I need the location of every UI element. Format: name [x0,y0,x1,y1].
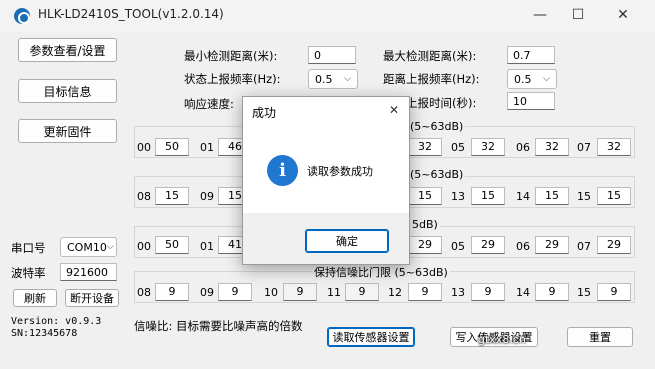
refresh-button[interactable]: 刷新 [13,289,57,307]
gate-index: 12 [388,286,402,299]
update-firmware-button[interactable]: 更新固件 [18,119,117,143]
gate-index: 13 [451,190,465,203]
gate-index: 15 [577,286,591,299]
threshold-cell[interactable]: 32 [535,138,569,156]
threshold-cell[interactable]: 15 [408,187,442,205]
port-select[interactable]: COM10 ⌵ [60,237,117,257]
sn-text: SN:12345678 [11,328,78,339]
threshold-cell[interactable]: 32 [408,138,442,156]
threshold-cell[interactable]: 15 [471,187,505,205]
response-label: 响应速度: [184,97,234,111]
gate-index: 15 [577,190,591,203]
close-button[interactable]: ✕ [600,0,646,31]
dist-rate-label: 距离上报频率(Hz): [383,72,480,86]
gate-index: 01 [200,240,214,253]
port-label: 串口号 [11,241,46,255]
status-rate-label: 状态上报频率(Hz): [184,72,281,86]
threshold-cell[interactable]: 9 [535,283,569,301]
report-time-input[interactable]: 10 [507,92,555,110]
gate-index: 11 [327,286,341,299]
disconnect-button[interactable]: 断开设备 [65,289,119,307]
maximize-button[interactable]: ☐ [555,0,601,31]
gate-index: 08 [137,286,151,299]
chevron-down-icon: ⌵ [106,242,114,252]
watermark: gtxx8.cn [478,333,526,346]
threshold-cell[interactable]: 15 [535,187,569,205]
dialog-message: 读取参数成功 [307,165,373,178]
dialog-ok-button[interactable]: 确定 [305,229,389,253]
threshold-cell[interactable]: 9 [597,283,631,301]
threshold-cell[interactable]: 9 [218,283,252,301]
gate-index: 10 [264,286,278,299]
threshold-cell[interactable]: 15 [155,187,189,205]
gate-index: 14 [516,286,530,299]
group-4-title: 保持信噪比门限 (5~63dB) [312,264,450,280]
read-settings-button[interactable]: 读取传感器设置 [327,327,415,347]
reset-button[interactable]: 重置 [567,327,633,347]
baud-input[interactable]: 921600 [60,263,117,281]
gate-index: 00 [137,240,151,253]
threshold-cell[interactable]: 15 [597,187,631,205]
gate-index: 14 [516,190,530,203]
gate-index: 13 [451,286,465,299]
snr-note: 信噪比: 目标需要比噪声高的倍数 [134,319,303,333]
info-icon: i [267,155,298,186]
max-dist-label: 最大检测距离(米): [383,49,477,63]
gate-index: 06 [516,141,530,154]
min-dist-label: 最小检测距离(米): [184,49,278,63]
baud-label: 波特率 [11,266,46,280]
gate-index: 07 [577,240,591,253]
gate-index: 07 [577,141,591,154]
params-button[interactable]: 参数查看/设置 [18,38,117,62]
threshold-cell[interactable]: 32 [597,138,631,156]
gate-index: 08 [137,190,151,203]
threshold-cell[interactable]: 29 [408,236,442,254]
threshold-cell[interactable]: 50 [155,236,189,254]
max-dist-input[interactable]: 0.7 [507,46,555,64]
min-dist-input[interactable]: 0 [308,46,356,64]
group-1-title: (5~63dB) [408,120,466,133]
threshold-cell[interactable]: 9 [283,283,317,301]
group-2-title: (5~63dB) [408,168,466,181]
threshold-cell[interactable]: 50 [155,138,189,156]
gate-index: 09 [200,190,214,203]
status-rate-select[interactable]: 0.5 ⌵ [308,69,358,89]
gate-index: 05 [451,141,465,154]
threshold-cell[interactable]: 29 [597,236,631,254]
chevron-down-icon: ⌵ [543,74,550,84]
dialog-close-button[interactable]: ✕ [389,103,399,117]
threshold-cell[interactable]: 29 [471,236,505,254]
gate-index: 01 [200,141,214,154]
threshold-cell[interactable]: 9 [408,283,442,301]
gate-index: 05 [451,240,465,253]
threshold-cell[interactable]: 9 [471,283,505,301]
window-title: HLK-LD2410S_TOOL(v1.2.0.14) [38,7,224,21]
success-dialog: 成功 ✕ i 读取参数成功 确定 [242,96,410,265]
target-info-button[interactable]: 目标信息 [18,79,117,103]
threshold-cell[interactable]: 29 [535,236,569,254]
threshold-cell[interactable]: 32 [471,138,505,156]
dialog-title: 成功 [252,106,277,120]
gate-index: 06 [516,240,530,253]
threshold-cell[interactable]: 9 [345,283,379,301]
gate-index: 00 [137,141,151,154]
threshold-cell[interactable]: 9 [155,283,189,301]
app-icon [14,8,30,24]
version-text: Version: v0.9.3 [11,316,102,327]
group-3-title: 5dB) [410,218,440,231]
chevron-down-icon: ⌵ [344,74,351,84]
dist-rate-select[interactable]: 0.5 ⌵ [507,69,557,89]
gate-index: 09 [200,286,214,299]
